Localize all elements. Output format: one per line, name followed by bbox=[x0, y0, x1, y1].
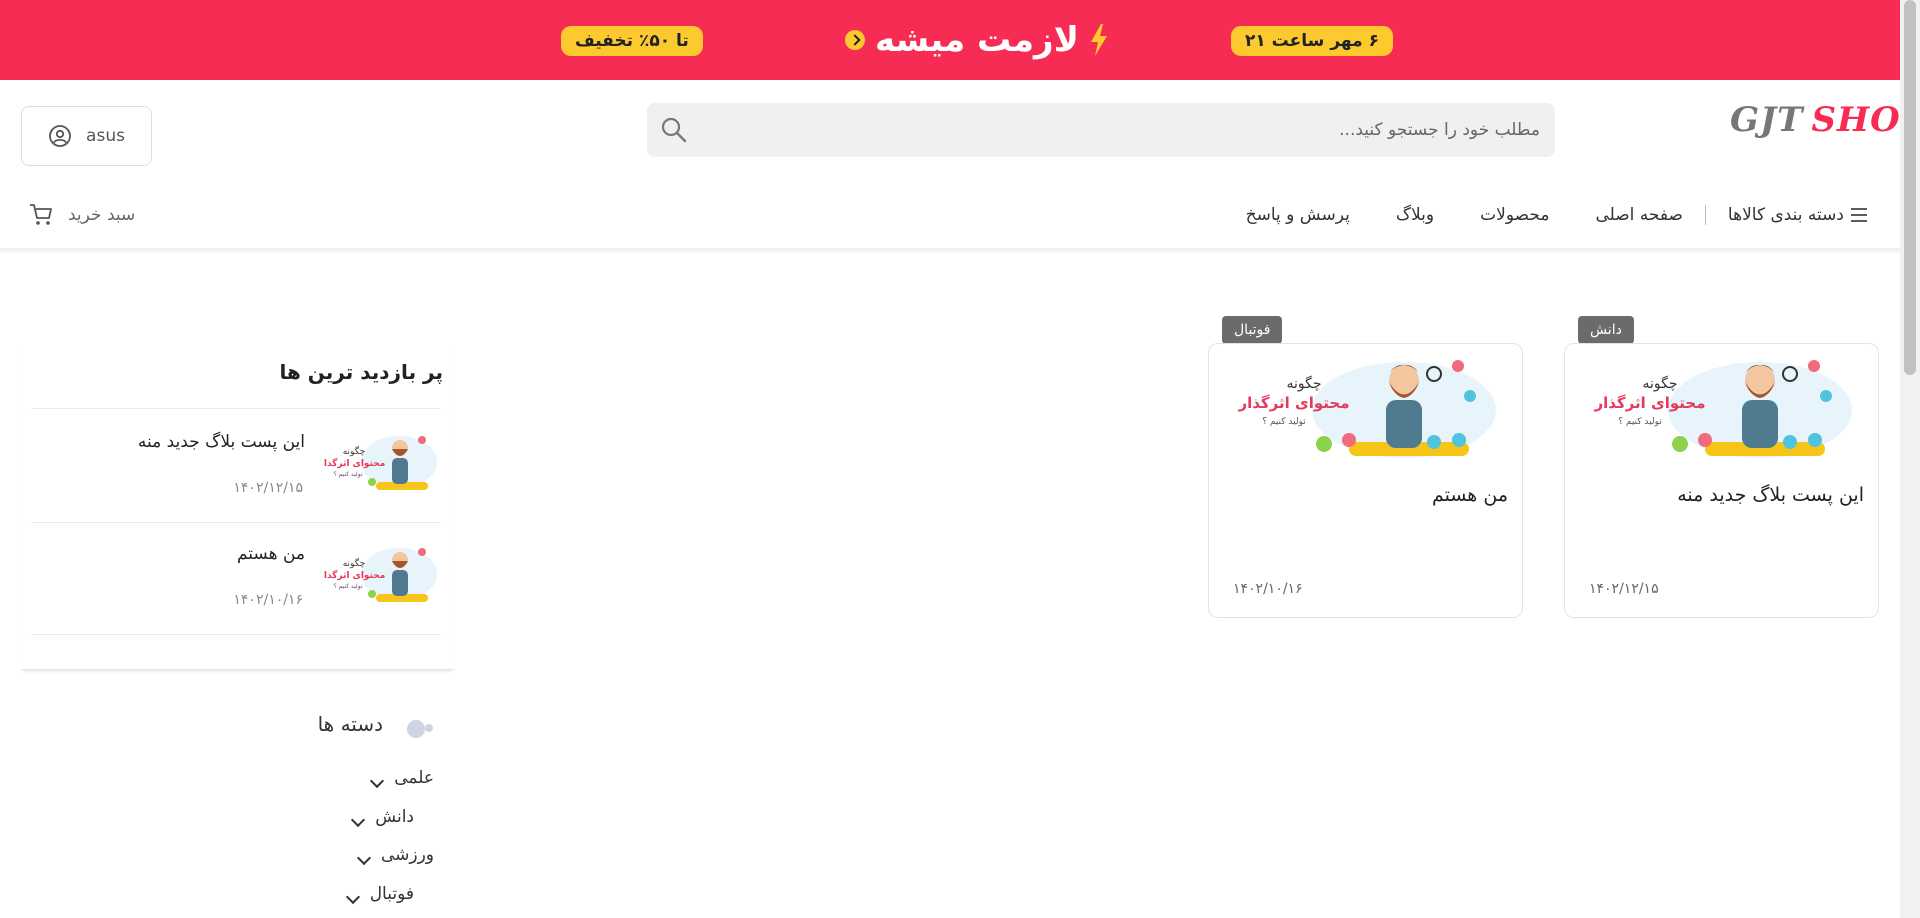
categories-menu-label: دسته بندی کالاها bbox=[1727, 205, 1844, 225]
discount-pill: تا ۵۰٪ تخفیف bbox=[561, 26, 703, 56]
chevron-right-icon bbox=[845, 30, 865, 50]
post-thumbnail: چگونه محتوای اثرگذار تولید کنیم ؟ bbox=[1593, 360, 1852, 458]
nav-item-products[interactable]: محصولات bbox=[1480, 205, 1549, 225]
cart-icon bbox=[30, 204, 52, 225]
post-card[interactable]: چگونه محتوای اثرگذار تولید کنیم ؟ این پس… bbox=[1564, 343, 1879, 618]
promo-banner[interactable]: تا ۵۰٪ تخفیف لازمت میشه ۶ مهر ساعت ۲۱ bbox=[0, 0, 1900, 80]
chevron-down-icon bbox=[356, 850, 372, 866]
search-icon[interactable] bbox=[647, 103, 701, 157]
post-badge[interactable]: فوتبال bbox=[1222, 316, 1283, 344]
thumb-line2: محتوای اثرگذار bbox=[324, 457, 385, 469]
cart-button[interactable]: سبد خرید bbox=[28, 202, 135, 228]
category-item[interactable]: ورزشی bbox=[356, 845, 434, 866]
category-label: علمی bbox=[394, 768, 434, 788]
popular-post-date: ۱۴۰۲/۱۲/۱۵ bbox=[233, 480, 303, 496]
category-label: دانش bbox=[375, 807, 414, 827]
category-label: فوتبال bbox=[369, 884, 414, 904]
category-item[interactable]: علمی bbox=[370, 768, 434, 789]
category-item[interactable]: فوتبال bbox=[345, 884, 414, 905]
thumb-line1: چگونه bbox=[1642, 375, 1677, 392]
user-name: asus bbox=[86, 126, 125, 146]
header-divider bbox=[0, 248, 1900, 254]
thumb-line1: چگونه bbox=[343, 445, 366, 457]
popular-posts-title: پر بازدید ترین ها bbox=[279, 360, 443, 384]
user-account-button[interactable]: asus bbox=[21, 106, 152, 166]
thumb-line3: تولید کنیم ؟ bbox=[1262, 417, 1306, 427]
thumb-line2: محتوای اثرگذار bbox=[324, 569, 385, 581]
decorative-dots-icon bbox=[407, 720, 433, 738]
cart-label: سبد خرید bbox=[68, 205, 136, 225]
thumb-line1: چگونه bbox=[1286, 375, 1321, 392]
thumb-line3: تولید کنیم ؟ bbox=[333, 583, 362, 590]
thumb-line2: محتوای اثرگذار bbox=[1593, 394, 1705, 412]
chevron-down-icon bbox=[370, 773, 385, 789]
thumb-line3: تولید کنیم ؟ bbox=[1618, 417, 1662, 427]
chevron-down-icon bbox=[345, 889, 360, 905]
popular-post-date: ۱۴۰۲/۱۰/۱۶ bbox=[233, 592, 303, 608]
post-card[interactable]: چگونه محتوای اثرگذار تولید کنیم ؟ من هست… bbox=[1208, 343, 1523, 618]
popular-post-thumbnail[interactable]: چگونه محتوای اثرگذار تولید کنیم ؟ bbox=[324, 430, 440, 498]
category-item[interactable]: دانش bbox=[351, 807, 414, 828]
post-title[interactable]: من هستم bbox=[1432, 484, 1508, 506]
popular-post-thumbnail[interactable]: چگونه محتوای اثرگذار تولید کنیم ؟ bbox=[324, 542, 440, 610]
thumb-line1: چگونه bbox=[343, 557, 366, 569]
page-scrollbar[interactable] bbox=[1900, 0, 1920, 918]
main-nav: دسته بندی کالاها صفحه اصلی محصولات وبلاگ… bbox=[1246, 205, 1868, 225]
search-input[interactable] bbox=[701, 103, 1555, 157]
site-logo[interactable]: GJT SHOP bbox=[1730, 100, 1920, 140]
popular-posts-box bbox=[21, 340, 454, 670]
logo-text-part1: GJT bbox=[1730, 100, 1804, 140]
divider bbox=[31, 522, 441, 523]
menu-icon bbox=[1851, 208, 1867, 222]
promo-center: لازمت میشه bbox=[845, 18, 1109, 62]
search-bar bbox=[647, 103, 1555, 157]
post-thumbnail: چگونه محتوای اثرگذار تولید کنیم ؟ bbox=[1237, 360, 1496, 458]
post-title[interactable]: این پست بلاگ جدید منه bbox=[1677, 484, 1864, 506]
user-icon bbox=[49, 125, 71, 147]
lightning-icon bbox=[1090, 24, 1107, 56]
categories-menu[interactable]: دسته بندی کالاها bbox=[1728, 205, 1868, 225]
thumb-line3: تولید کنیم ؟ bbox=[333, 471, 362, 478]
scrollbar-thumb[interactable] bbox=[1904, 0, 1916, 375]
thumb-line2: محتوای اثرگذار bbox=[1237, 394, 1349, 412]
chevron-down-icon bbox=[351, 812, 366, 828]
post-date: ۱۴۰۲/۱۲/۱۵ bbox=[1589, 581, 1659, 597]
popular-post-title[interactable]: من هستم bbox=[237, 544, 305, 564]
popular-post-title[interactable]: این پست بلاگ جدید منه bbox=[138, 432, 305, 452]
nav-divider bbox=[1704, 205, 1706, 225]
nav-item-blog[interactable]: وبلاگ bbox=[1396, 205, 1434, 225]
post-badge[interactable]: دانش bbox=[1578, 316, 1634, 344]
promo-title: لازمت میشه bbox=[875, 20, 1079, 60]
divider bbox=[31, 634, 441, 635]
post-date: ۱۴۰۲/۱۰/۱۶ bbox=[1233, 581, 1303, 597]
divider bbox=[31, 408, 441, 409]
category-label: ورزشی bbox=[380, 845, 434, 865]
categories-title: دسته ها bbox=[317, 712, 383, 736]
nav-item-faq[interactable]: پرسش و پاسخ bbox=[1246, 205, 1350, 225]
nav-item-home[interactable]: صفحه اصلی bbox=[1595, 205, 1682, 225]
date-pill: ۶ مهر ساعت ۲۱ bbox=[1231, 26, 1393, 56]
